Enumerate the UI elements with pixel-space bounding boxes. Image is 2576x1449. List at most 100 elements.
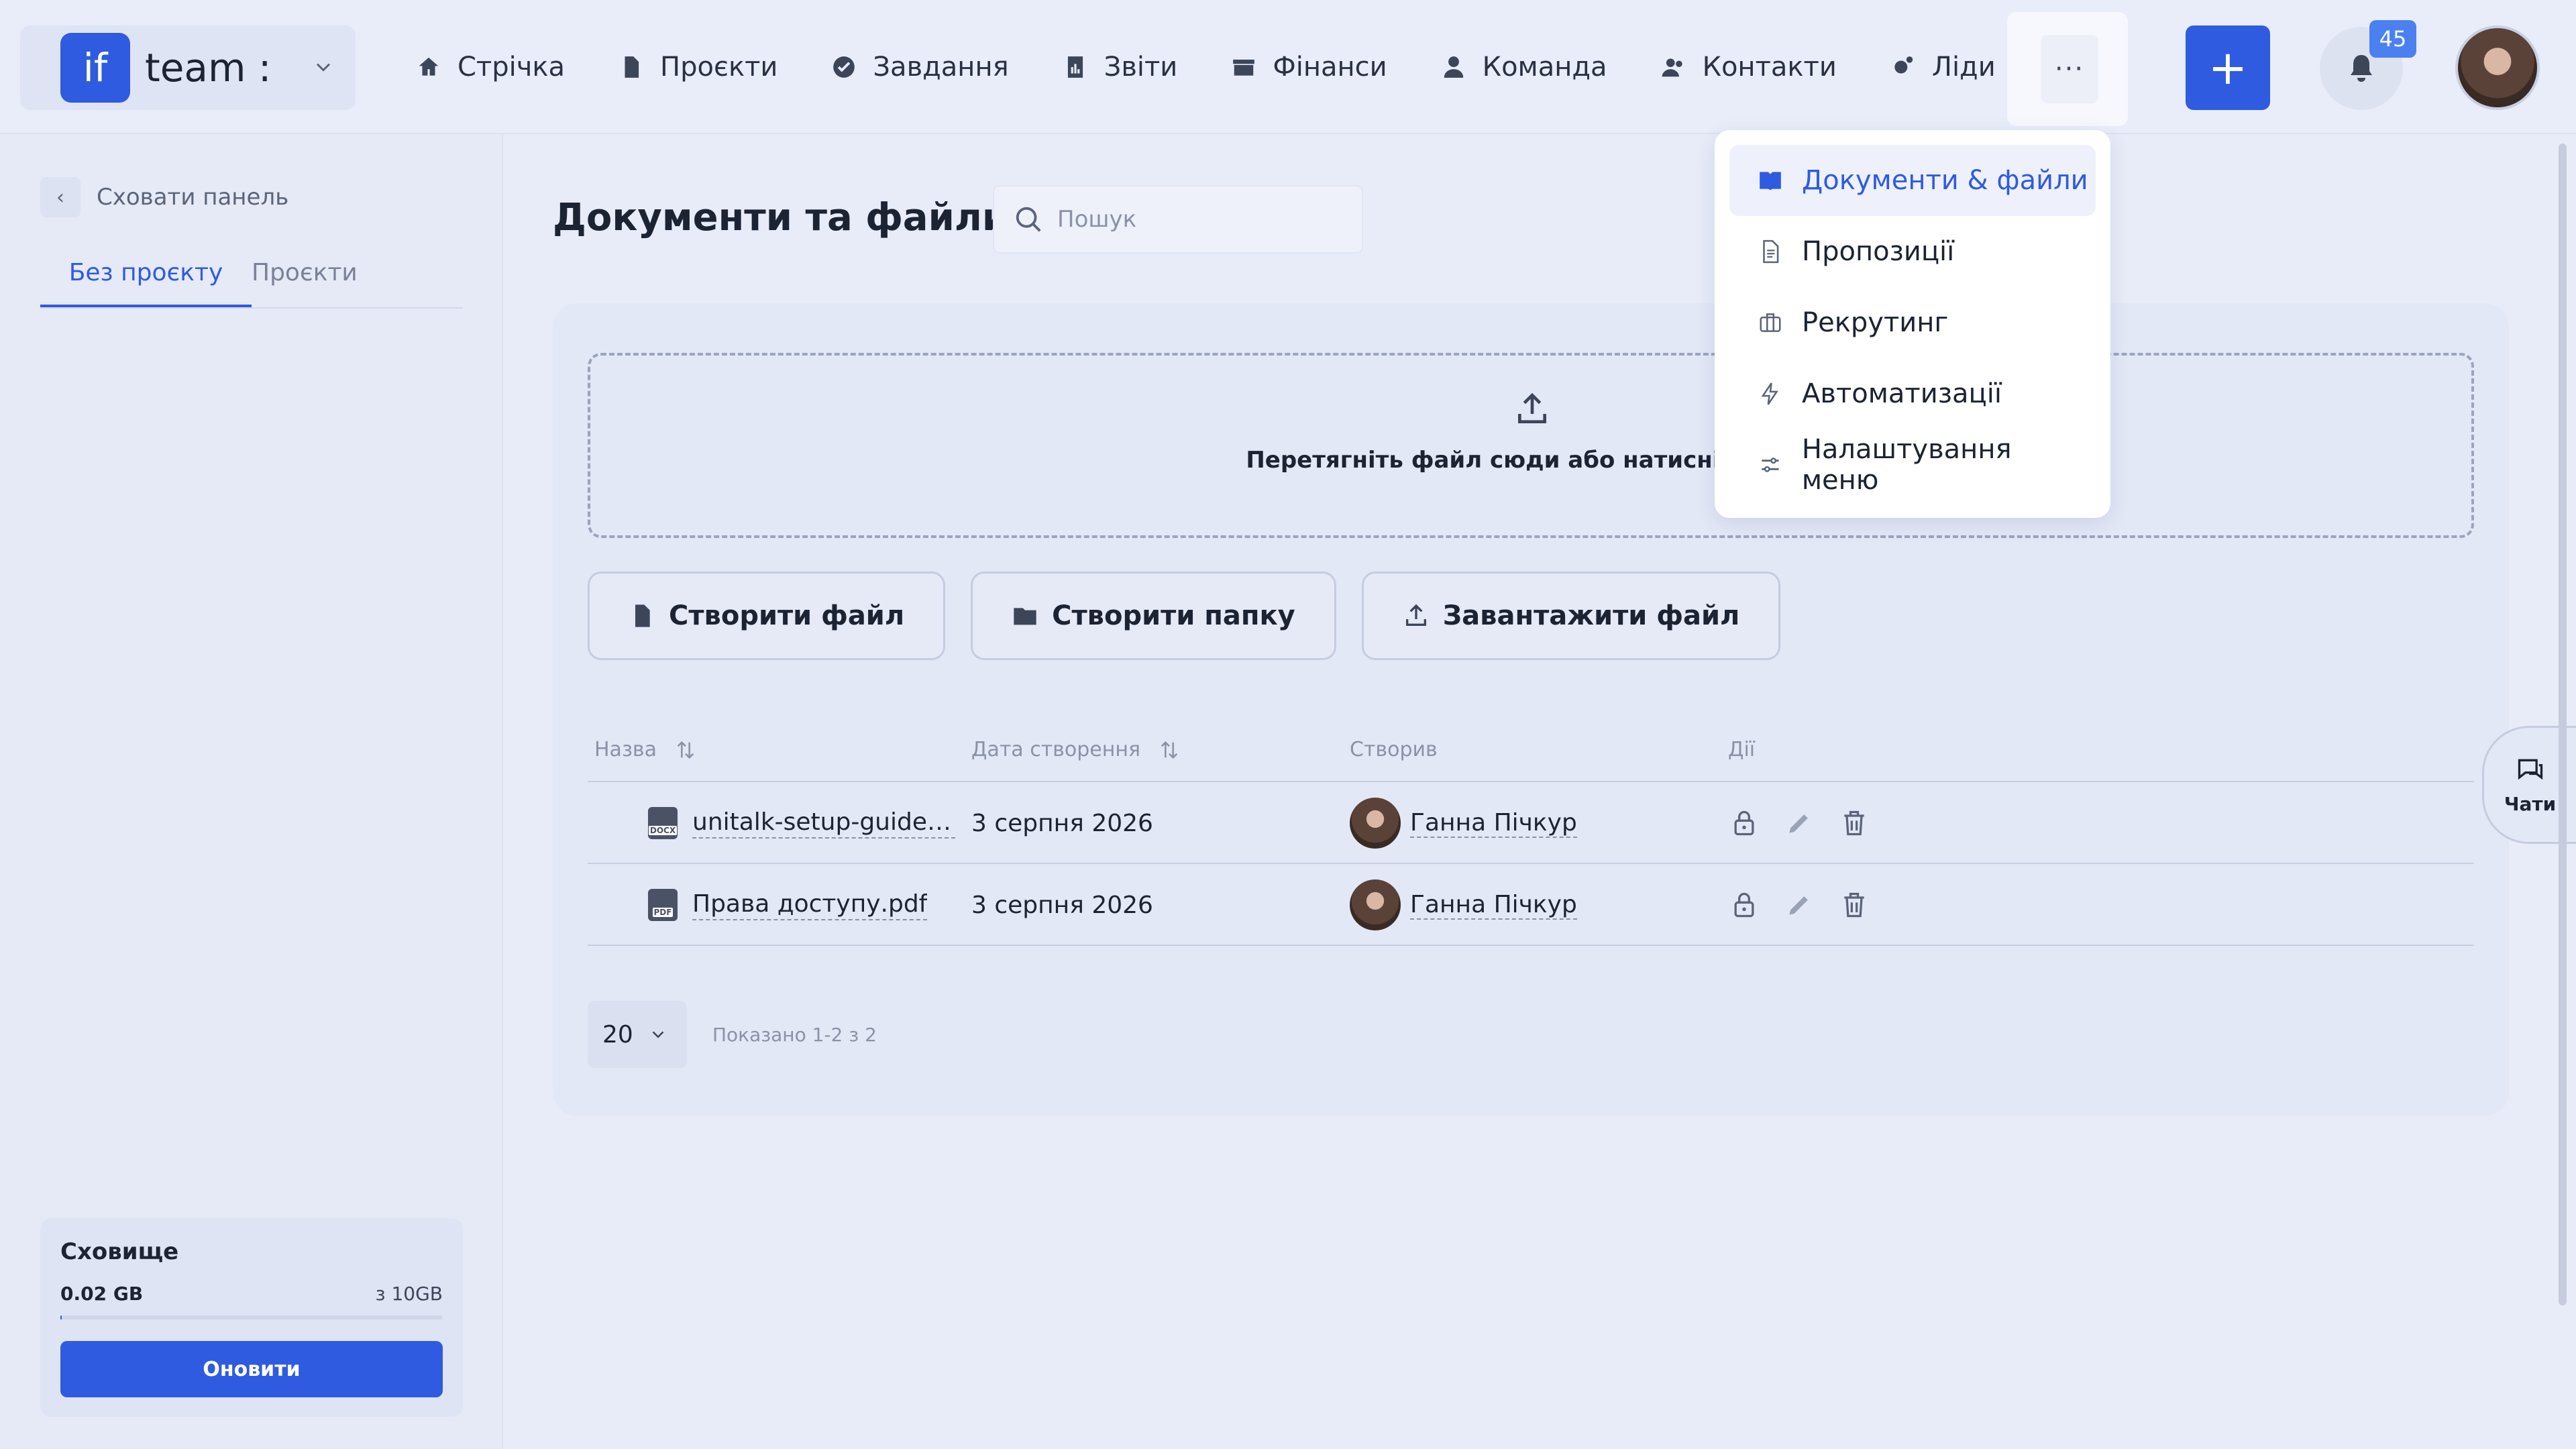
page-scrollbar[interactable]	[2559, 144, 2567, 1305]
nav-label: Завдання	[873, 52, 1009, 83]
column-date[interactable]: Дата створення	[971, 738, 1181, 761]
nav-label: Команда	[1482, 52, 1607, 83]
access-button[interactable]	[1728, 807, 1760, 839]
check-circle-icon	[831, 54, 857, 80]
file-name-cell: DOCX unitalk-setup-guide.docx	[588, 782, 955, 864]
team-switcher[interactable]: if team :	[20, 25, 356, 110]
menu-item-label: Рекрутинг	[1802, 307, 1949, 338]
column-date-label: Дата створення	[971, 738, 1140, 761]
storage-title: Сховище	[60, 1238, 179, 1265]
search-box[interactable]	[993, 185, 1363, 254]
author-cell: Ганна Пічкур	[1350, 782, 1577, 864]
search-input[interactable]	[1057, 206, 1339, 233]
storage-progress-bar	[60, 1316, 443, 1320]
tab-no-project[interactable]: Без проєкту	[40, 252, 252, 307]
file-name-link[interactable]: Права доступу.pdf	[692, 890, 928, 920]
report-icon	[1063, 54, 1088, 80]
upload-icon	[1405, 604, 1426, 626]
upload-file-label: Завантажити файл	[1442, 600, 1740, 631]
page-size-value: 20	[602, 1020, 633, 1049]
author-link[interactable]: Ганна Пічкур	[1410, 809, 1577, 838]
file-icon	[635, 604, 650, 627]
author-cell: Ганна Пічкур	[1350, 864, 1577, 946]
briefcase-icon	[1760, 313, 1781, 332]
sort-icon	[1161, 741, 1178, 759]
file-actions: Створити файл Створити папку Завантажити…	[588, 572, 1806, 660]
menu-item-label: Пропозиції	[1802, 236, 1955, 267]
page-title: Документи та файли	[553, 196, 1009, 239]
page-size-select[interactable]: 20	[588, 1001, 687, 1068]
column-name-label: Назва	[594, 738, 657, 761]
chat-icon	[2518, 759, 2542, 780]
lock-icon	[1734, 892, 1754, 918]
more-menu-wrapper: ···	[2007, 12, 2128, 126]
nav-item-finance[interactable]: Фінанси	[1231, 52, 1387, 83]
actions-cell	[1728, 864, 1893, 946]
docx-file-icon: DOCX	[648, 807, 678, 839]
file-name-cell: PDF Права доступу.pdf	[588, 864, 928, 946]
chevron-down-icon	[652, 1031, 664, 1038]
folder-icon	[1014, 608, 1036, 625]
pdf-file-icon: PDF	[648, 889, 678, 921]
showing-count: Показано 1-2 з 2	[712, 1023, 877, 1046]
table-header: Назва Дата створення Створив Дії	[588, 714, 2474, 782]
menu-item-recruiting[interactable]: Рекрутинг	[1729, 287, 2096, 358]
more-dropdown-menu: Документи & файли Пропозиції Рекрутинг А…	[1715, 130, 2110, 518]
nav-item-reports[interactable]: Звіти	[1063, 52, 1178, 83]
file-type-badge: PDF	[652, 908, 674, 917]
delete-button[interactable]	[1838, 807, 1870, 839]
storage-used: 0.02 GB	[60, 1283, 144, 1305]
create-button[interactable]: +	[2186, 25, 2270, 110]
lock-icon	[1734, 810, 1754, 836]
edit-button[interactable]	[1783, 889, 1815, 921]
team-name: team :	[145, 45, 272, 91]
sliders-icon	[1762, 458, 1779, 472]
table-row[interactable]: PDF Права доступу.pdf 3 серпня 2026 Ганн…	[588, 864, 2474, 946]
upload-dropzone[interactable]: Перетягніть файл сюди або натисніть, щоб…	[588, 353, 2474, 538]
nav-item-projects[interactable]: Проєкти	[619, 52, 777, 83]
menu-item-automations[interactable]: Автоматизації	[1729, 358, 2096, 429]
create-folder-label: Створити папку	[1052, 600, 1295, 631]
contacts-icon	[1661, 54, 1686, 80]
hide-panel-button[interactable]: ‹ Сховати панель	[40, 177, 288, 217]
bell-icon	[2351, 55, 2372, 82]
nav-item-team[interactable]: Команда	[1441, 52, 1607, 83]
upgrade-button[interactable]: Оновити	[60, 1341, 443, 1397]
menu-item-label: Автоматизації	[1802, 378, 2002, 409]
nav-label: Ліди	[1931, 52, 1996, 83]
nav-item-feed[interactable]: Стрічка	[416, 52, 565, 83]
search-icon	[1016, 207, 1041, 232]
nav-item-contacts[interactable]: Контакти	[1661, 52, 1837, 83]
column-author: Створив	[1350, 738, 1438, 761]
edit-button[interactable]	[1783, 807, 1815, 839]
column-name[interactable]: Назва	[594, 738, 697, 761]
author-link[interactable]: Ганна Пічкур	[1410, 891, 1577, 920]
delete-button[interactable]	[1838, 889, 1870, 921]
create-file-label: Створити файл	[669, 600, 905, 631]
file-name-link[interactable]: unitalk-setup-guide.docx	[692, 808, 955, 839]
file-type-badge: DOCX	[648, 826, 678, 835]
upload-file-button[interactable]: Завантажити файл	[1361, 572, 1781, 660]
nav-label: Звіти	[1104, 52, 1178, 83]
dropzone-text: Перетягніть файл сюди або натисніть, щоб…	[1246, 447, 1843, 474]
main-nav: Стрічка Проєкти Завдання Звіти Фінанси К…	[416, 0, 2049, 134]
menu-item-proposals[interactable]: Пропозиції	[1729, 216, 2096, 287]
user-avatar[interactable]	[2455, 25, 2540, 110]
notifications-badge: 45	[2369, 20, 2416, 58]
hide-panel-label: Сховати панель	[97, 184, 289, 211]
sidebar: ‹ Сховати панель Без проєкту Проєкти Схо…	[0, 134, 503, 1449]
nav-label: Стрічка	[458, 52, 566, 83]
menu-item-documents[interactable]: Документи & файли	[1729, 145, 2096, 216]
menu-item-menu-settings[interactable]: Налаштування меню	[1729, 429, 2096, 500]
table-row[interactable]: DOCX unitalk-setup-guide.docx 3 серпня 2…	[588, 782, 2474, 864]
access-button[interactable]	[1728, 889, 1760, 921]
lightning-icon	[1761, 382, 1778, 405]
tab-projects[interactable]: Проєкти	[252, 252, 463, 307]
nav-item-tasks[interactable]: Завдання	[831, 52, 1009, 83]
create-file-button[interactable]: Створити файл	[588, 572, 946, 660]
more-menu-button[interactable]: ···	[2041, 35, 2098, 103]
trash-icon	[1844, 810, 1864, 836]
create-folder-button[interactable]: Створити папку	[971, 572, 1336, 660]
pagination: 20 Показано 1-2 з 2	[588, 1001, 877, 1068]
nav-item-leads[interactable]: Ліди	[1890, 52, 1996, 83]
